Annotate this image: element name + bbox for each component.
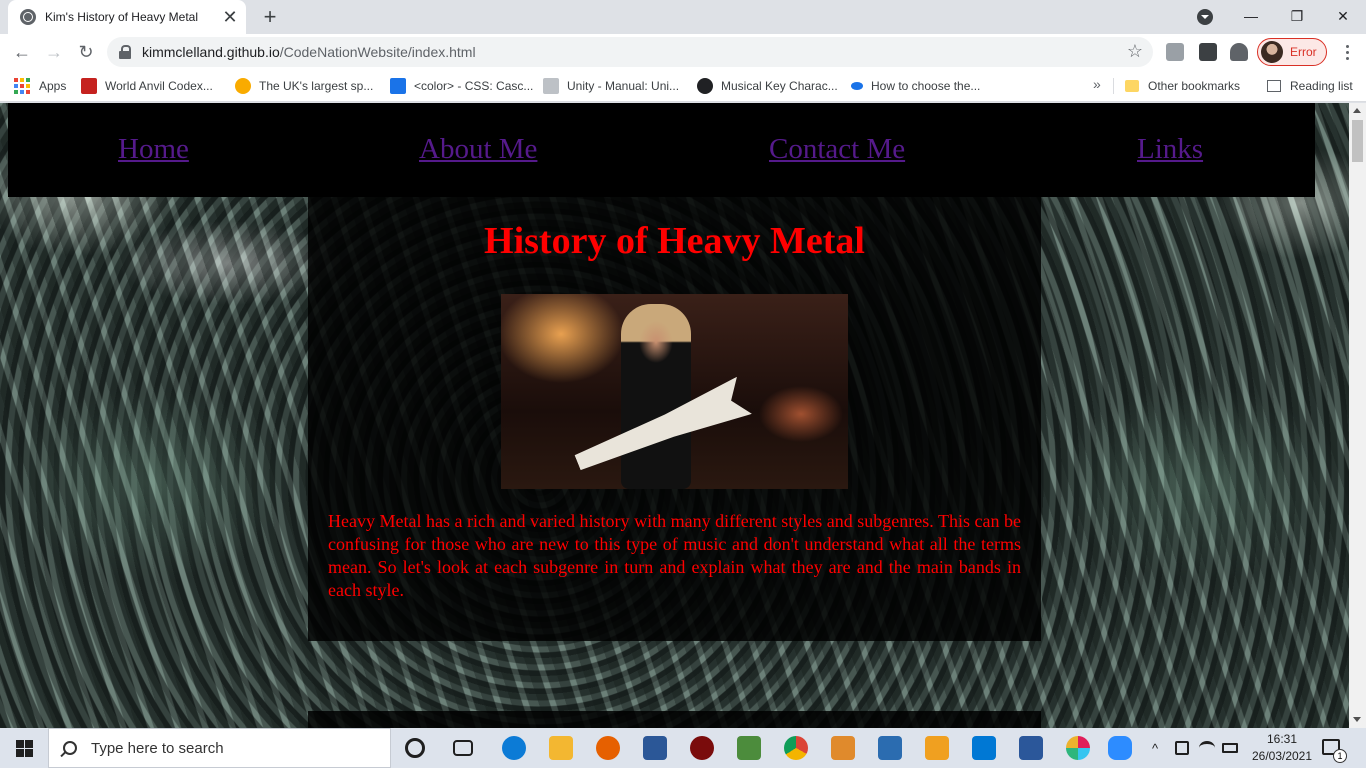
tab-strip: Kim's History of Heavy Metal ✕ + — ❐ ✕ <box>0 0 1366 34</box>
avatar <box>1261 41 1283 63</box>
eye-icon <box>851 82 863 90</box>
installer-icon[interactable] <box>831 736 855 760</box>
browser-tab[interactable]: Kim's History of Heavy Metal ✕ <box>8 0 246 34</box>
windows-logo-icon <box>15 739 33 757</box>
tab-close-button[interactable]: ✕ <box>220 7 240 27</box>
site-navbar: Home About Me Contact Me Links <box>8 103 1315 197</box>
bookmark-how-to-choose[interactable]: How to choose the... <box>851 76 980 96</box>
search-icon <box>63 741 77 755</box>
taskbar-search[interactable]: Type here to search <box>48 728 391 768</box>
main-content-panel: History of Heavy Metal Heavy Metal has a… <box>308 197 1041 641</box>
tab-search-icon[interactable] <box>1197 9 1213 25</box>
folder-icon <box>1125 80 1139 92</box>
nav-link-contact-me[interactable]: Contact Me <box>769 133 905 166</box>
restore-button[interactable]: ❐ <box>1274 0 1320 32</box>
uk-search-icon <box>235 78 251 94</box>
intro-paragraph: Heavy Metal has a rich and varied histor… <box>328 511 1021 600</box>
task-view-icon[interactable] <box>453 740 473 756</box>
clock-date: 26/03/2021 <box>1251 749 1313 763</box>
browser-toolbar: ← → ↻ kimmclelland.github.io/CodeNationW… <box>0 34 1366 70</box>
system-clock[interactable]: 16:31 26/03/2021 <box>1245 731 1319 765</box>
lock-icon[interactable] <box>119 45 131 59</box>
page-title: History of Heavy Metal <box>484 220 865 262</box>
back-button[interactable]: ← <box>8 38 36 66</box>
profile-button[interactable]: Error <box>1257 38 1327 66</box>
bookmark-unity-manual[interactable]: Unity - Manual: Uni... <box>543 76 679 96</box>
firefox-icon[interactable] <box>596 736 620 760</box>
tab-title: Kim's History of Heavy Metal <box>45 10 198 24</box>
app-red-icon[interactable] <box>690 736 714 760</box>
meet-now-icon[interactable] <box>1175 741 1189 755</box>
search-placeholder: Type here to search <box>91 739 224 757</box>
scroll-up-icon[interactable] <box>1353 108 1361 113</box>
page-viewport: Home About Me Contact Me Links History o… <box>0 103 1349 728</box>
next-content-panel <box>308 711 1041 728</box>
bookmark-uk-largest[interactable]: The UK's largest sp... <box>235 76 373 96</box>
ln-icon <box>697 78 713 94</box>
scroll-thumb[interactable] <box>1352 120 1363 162</box>
help-extension-icon[interactable] <box>1199 43 1217 61</box>
word-icon[interactable] <box>1019 736 1043 760</box>
clock-time: 16:31 <box>1266 732 1298 746</box>
profile-status: Error <box>1290 45 1317 59</box>
mail-icon[interactable] <box>972 736 996 760</box>
notification-count-badge: 1 <box>1333 749 1347 763</box>
world-anvil-icon <box>81 78 97 94</box>
media-player-icon[interactable] <box>925 736 949 760</box>
guitarist-on-stage-image <box>501 294 848 489</box>
globe-icon <box>20 9 36 25</box>
app-green-icon[interactable] <box>737 736 761 760</box>
bookmark-star-icon[interactable]: ☆ <box>1127 41 1143 62</box>
bookmarks-bar: Apps World Anvil Codex... The UK's large… <box>0 70 1366 102</box>
nav-link-home[interactable]: Home <box>118 133 189 166</box>
page-scrollbar[interactable] <box>1349 103 1366 728</box>
chrome-icon[interactable] <box>784 736 808 760</box>
zoom-icon[interactable] <box>1108 736 1132 760</box>
extension-icon[interactable] <box>1166 43 1184 61</box>
cortana-icon[interactable] <box>405 738 425 758</box>
bookmark-apps[interactable]: Apps <box>14 76 66 96</box>
more-bookmarks-button[interactable]: » <box>1093 76 1101 92</box>
puzzle-icon[interactable] <box>1230 43 1248 61</box>
new-tab-button[interactable]: + <box>258 4 282 29</box>
reading-list-icon <box>1267 80 1281 92</box>
reload-button[interactable]: ↻ <box>72 38 100 66</box>
bookmark-world-anvil[interactable]: World Anvil Codex... <box>81 76 213 96</box>
tray-overflow-button[interactable]: ^ <box>1152 728 1158 768</box>
bookmark-musical-key[interactable]: Musical Key Charac... <box>697 76 838 96</box>
chat-icon[interactable] <box>878 736 902 760</box>
browser-menu-icon[interactable] <box>1337 38 1357 66</box>
mdn-icon <box>390 78 406 94</box>
wifi-icon[interactable] <box>1199 741 1215 755</box>
guitarist-figure <box>621 304 691 489</box>
battery-icon[interactable] <box>1222 743 1238 753</box>
url-text[interactable]: kimmclelland.github.io/CodeNationWebsite… <box>142 44 476 60</box>
nav-link-links[interactable]: Links <box>1137 133 1203 166</box>
scroll-down-icon[interactable] <box>1353 717 1361 722</box>
nav-link-about-me[interactable]: About Me <box>419 133 537 166</box>
minimize-button[interactable]: — <box>1228 0 1274 32</box>
bookmarks-divider <box>1113 78 1114 94</box>
reading-list[interactable]: Reading list <box>1267 76 1353 96</box>
apps-grid-icon <box>14 78 30 94</box>
edge-icon[interactable] <box>502 736 526 760</box>
slack-icon[interactable] <box>1066 736 1090 760</box>
address-bar[interactable]: kimmclelland.github.io/CodeNationWebsite… <box>107 37 1153 67</box>
unity-icon <box>543 78 559 94</box>
forward-button[interactable]: → <box>40 38 68 66</box>
remote-desktop-icon[interactable] <box>643 736 667 760</box>
close-window-button[interactable]: ✕ <box>1320 0 1366 32</box>
file-explorer-icon[interactable] <box>549 736 573 760</box>
bookmark-css-color[interactable]: <color> - CSS: Casc... <box>390 76 533 96</box>
other-bookmarks[interactable]: Other bookmarks <box>1125 76 1240 96</box>
start-button[interactable] <box>0 728 48 768</box>
windows-taskbar: Type here to search ^ 16:31 26/03/2021 1 <box>0 728 1366 768</box>
